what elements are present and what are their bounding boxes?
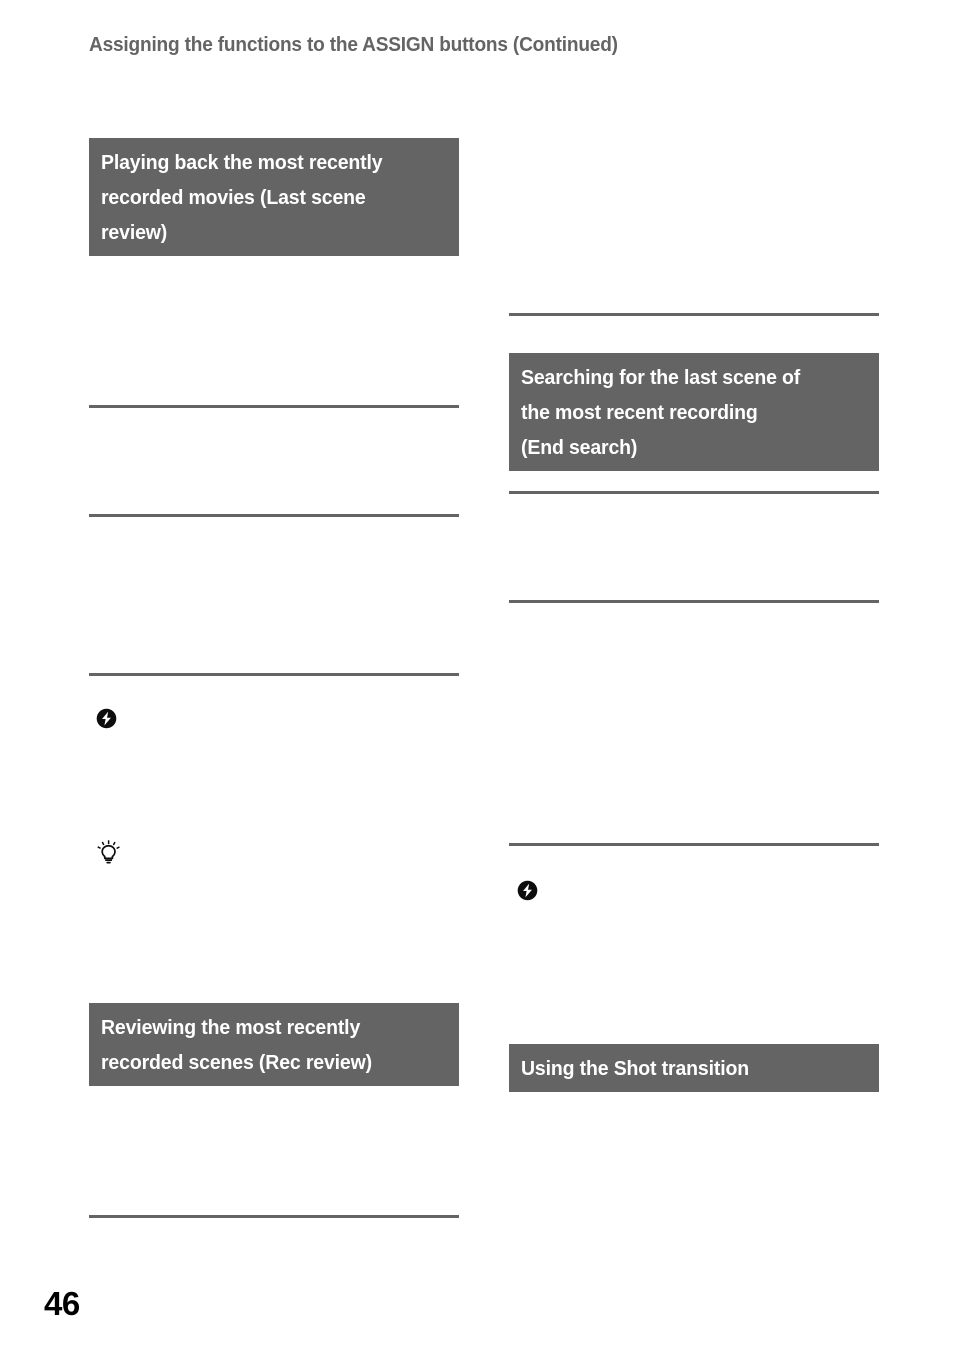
section-heading-line: Using the Shot transition [521,1051,861,1086]
notes-icon [96,708,117,729]
section-divider [509,600,879,603]
notes-icon [517,880,538,901]
section-heading-line: recorded scenes (Rec review) [101,1045,441,1080]
section-divider [89,514,459,517]
section-heading-line: (End search) [521,430,861,465]
section-divider [509,313,879,316]
tips-icon [97,840,120,865]
section-heading-end-search: Searching for the last scene of the most… [509,353,879,471]
section-heading-line: review) [101,215,441,250]
section-divider [509,843,879,846]
manual-page: Assigning the functions to the ASSIGN bu… [0,0,954,1357]
section-heading-line: Playing back the most recently [101,145,441,180]
right-column: Searching for the last scene of the most… [509,0,879,1357]
section-heading-line: Searching for the last scene of [521,360,861,395]
section-heading-last-scene-review: Playing back the most recently recorded … [89,138,459,256]
page-number: 46 [44,1285,80,1323]
section-divider [89,405,459,408]
section-heading-line: recorded movies (Last scene [101,180,441,215]
section-divider [89,1215,459,1218]
section-heading-line: Reviewing the most recently [101,1010,441,1045]
section-divider [89,673,459,676]
section-heading-line: the most recent recording [521,395,861,430]
left-column: Playing back the most recently recorded … [89,0,459,1357]
section-divider [509,491,879,494]
section-heading-rec-review: Reviewing the most recently recorded sce… [89,1003,459,1086]
section-heading-shot-transition: Using the Shot transition [509,1044,879,1092]
